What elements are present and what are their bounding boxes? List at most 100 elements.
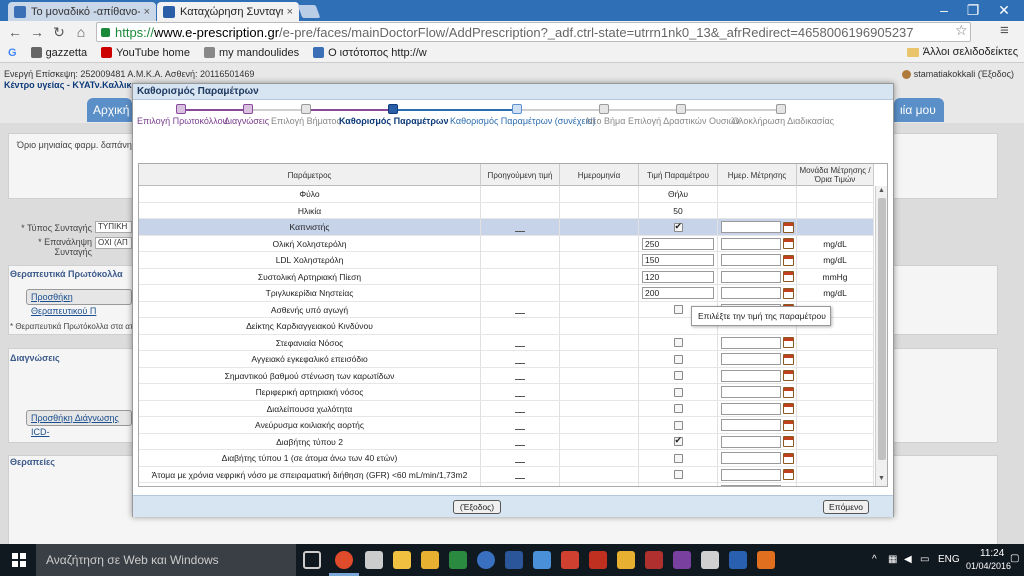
measure-date-input[interactable] (720, 386, 781, 398)
table-row[interactable]: Αγγειακό εγκεφαλικό επεισόδιο (139, 351, 874, 368)
calendar-icon[interactable] (782, 403, 794, 414)
step-node[interactable] (301, 104, 311, 114)
param-value-input[interactable]: 200 (642, 287, 714, 299)
restore-icon[interactable]: ❐ (957, 0, 989, 20)
table-row[interactable]: Ασθενείς με Γενετικές Δυσλιπιδαιμίες (139, 483, 874, 488)
step-label-select-step[interactable]: Επιλογή Βήματος (271, 116, 341, 126)
param-checkbox[interactable] (673, 371, 683, 380)
tab-my-account[interactable]: ιία μου (894, 98, 944, 122)
param-checkbox[interactable] (674, 487, 683, 488)
measure-date-input[interactable] (720, 353, 781, 365)
param-checkbox[interactable] (673, 470, 683, 479)
table-row[interactable]: Σημαντικού βαθμού στένωση των καρωτίδων (139, 367, 874, 384)
browser-tab-1[interactable]: Το μοναδικό -απίθανο- c × (8, 2, 156, 21)
calendar-icon[interactable] (782, 452, 794, 464)
calendar-icon[interactable] (782, 370, 794, 381)
bookmark-youtube[interactable]: YouTube home (101, 47, 190, 59)
calendar-icon[interactable] (782, 353, 794, 365)
excel-icon[interactable] (449, 551, 467, 569)
measure-date-input[interactable] (720, 485, 781, 486)
measure-date-input[interactable] (720, 468, 781, 481)
add-diagnosis-button[interactable]: Προσθήκη Διάγνωσης ICD- (26, 410, 132, 437)
network-icon[interactable]: ▦ (888, 554, 897, 565)
minimize-icon[interactable]: – (928, 0, 960, 20)
close-tab-icon[interactable]: × (144, 6, 150, 18)
prescription-type-select[interactable]: ΤΥΠΙΚΗ (95, 221, 132, 233)
calendar-icon[interactable] (782, 386, 794, 398)
clock-time[interactable]: 11:24 (980, 548, 1004, 559)
table-row[interactable]: LDL Χοληστερόλη 150 mg/dL (139, 252, 874, 269)
url-input[interactable]: https://www.e-prescription.gr/e-pre/face… (96, 22, 971, 42)
app-icon[interactable] (645, 551, 663, 569)
param-checkbox[interactable] (673, 338, 683, 347)
measure-date-input[interactable] (720, 221, 781, 233)
table-row[interactable]: Στεφανιαία Νόσος (139, 334, 874, 351)
tray-chevron-icon[interactable]: ^ (872, 554, 877, 565)
param-value-input[interactable]: 120 (642, 270, 714, 283)
measure-date-input[interactable] (720, 435, 781, 448)
calendar-icon[interactable] (782, 221, 794, 233)
measure-date-input[interactable] (720, 270, 781, 283)
next-button[interactable]: Επόμενο (823, 500, 869, 514)
repeat-select[interactable]: ΟΧΙ (ΑΠ (95, 237, 132, 249)
clock-date[interactable]: 01/04/2016 (966, 561, 1011, 571)
chrome-icon[interactable] (335, 551, 353, 569)
calendar-icon[interactable] (782, 469, 794, 480)
bookmark-mandoulides[interactable]: my mandoulides (203, 47, 299, 59)
table-row[interactable]: Περιφερική αρτηριακή νόσος (139, 384, 874, 401)
param-checkbox[interactable] (673, 404, 683, 413)
volume-icon[interactable]: ◀ (904, 554, 912, 565)
measure-date-input[interactable] (720, 336, 781, 349)
calendar-icon[interactable] (782, 485, 794, 486)
app-icon[interactable] (701, 551, 719, 569)
table-row[interactable]: Διαλείπουσα χωλότητα (139, 400, 874, 417)
param-checkbox[interactable] (673, 453, 683, 463)
home-icon[interactable]: ⌂ (72, 23, 90, 41)
app-icon[interactable] (757, 551, 775, 569)
task-view-icon[interactable] (303, 551, 321, 569)
scrollbar-thumb[interactable] (878, 198, 886, 460)
step-node[interactable] (243, 104, 253, 114)
param-checkbox[interactable] (673, 221, 683, 232)
bookmark-gazzetta[interactable]: gazzetta (30, 47, 87, 59)
battery-icon[interactable]: ▭ (920, 554, 929, 565)
taskbar-search-input[interactable]: Αναζήτηση σε Web και Windows (36, 544, 296, 576)
word-icon[interactable] (505, 551, 523, 569)
close-tab-icon[interactable]: × (287, 6, 293, 18)
exit-button[interactable]: (Έξοδος) (453, 500, 501, 514)
param-checkbox[interactable] (673, 305, 683, 314)
notifications-icon[interactable]: ▢ (1010, 553, 1019, 564)
app-icon[interactable] (673, 551, 691, 569)
table-scrollbar[interactable]: ▲ ▼ (875, 186, 887, 486)
scroll-up-icon[interactable]: ▲ (878, 187, 885, 194)
table-row[interactable]: Άτομα με χρόνια νεφρική νόσο με σπειραμα… (139, 466, 874, 483)
param-checkbox[interactable] (673, 420, 683, 430)
windows-start-icon[interactable] (12, 553, 26, 567)
param-checkbox[interactable] (673, 387, 683, 397)
table-row[interactable]: Τριγλυκερίδια Νηστείας 200 mg/dL (139, 285, 874, 302)
step-label-diagnoses[interactable]: Διαγνώσεις (224, 116, 269, 126)
step-label-protocol[interactable]: Επιλογή Πρωτοκόλλου (137, 116, 228, 126)
table-row[interactable]: Φύλο Θήλυ (139, 186, 874, 203)
close-window-icon[interactable]: ✕ (988, 0, 1020, 20)
measure-date-input[interactable] (720, 254, 781, 266)
calculator-icon[interactable] (365, 551, 383, 569)
folder-icon[interactable] (617, 551, 635, 569)
measure-date-input[interactable] (720, 419, 781, 431)
browser-menu-icon[interactable]: ≡ (1000, 22, 1009, 39)
step-node[interactable] (176, 104, 186, 114)
table-row[interactable]: Καπνιστής (139, 219, 874, 236)
table-row[interactable]: Ανεύρυσμα κοιλιακής αορτής (139, 417, 874, 434)
param-value-input[interactable]: 250 (642, 237, 714, 250)
calendar-icon[interactable] (782, 271, 794, 282)
add-protocol-button[interactable]: Προσθήκη Θεραπευτικού Π (26, 289, 132, 316)
reload-icon[interactable]: ↻ (50, 23, 68, 41)
bookmark-star-icon[interactable]: ☆ (955, 22, 968, 39)
measure-date-input[interactable] (720, 402, 781, 415)
powerpoint-icon[interactable] (561, 551, 579, 569)
param-value-input[interactable]: 150 (642, 254, 714, 266)
forward-icon[interactable]: → (28, 23, 46, 41)
calendar-icon[interactable] (782, 419, 794, 431)
table-row[interactable]: Διαβήτης τύπου 1 (σε άτομα άνω των 40 ετ… (139, 450, 874, 467)
measure-date-input[interactable] (720, 287, 781, 299)
